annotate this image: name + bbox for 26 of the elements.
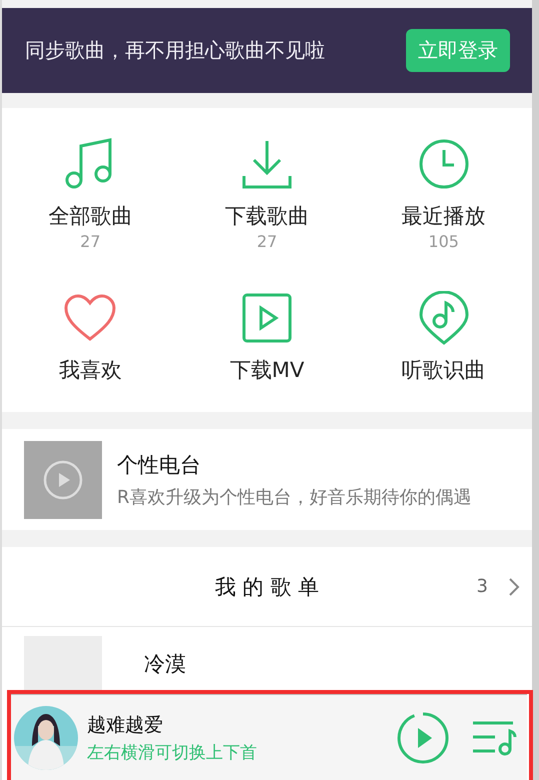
song-count: 27 — [80, 232, 100, 251]
shortcut-label[interactable]: 下载歌曲 — [224, 202, 309, 230]
playlist-count: 3 — [476, 576, 488, 597]
song-title: 越难越爱 — [87, 712, 164, 738]
download-icon — [240, 138, 293, 190]
banner-message: 同步歌曲，再不用担心歌曲不见啦 — [25, 37, 325, 64]
shortcut-label[interactable]: 下载MV — [230, 356, 304, 384]
section-title: 我 的 歌 单 — [214, 574, 320, 600]
radio-title[interactable]: 个性电台 — [117, 450, 472, 478]
heart-icon — [63, 293, 118, 343]
song-count: 105 — [428, 232, 459, 251]
music-pin-icon — [418, 291, 469, 345]
shortcut-label[interactable]: 全部歌曲 — [48, 202, 132, 230]
chevron-right-icon[interactable] — [508, 576, 520, 596]
video-icon — [242, 293, 292, 343]
swipe-hint: 左右横滑可切换上下首 — [87, 742, 258, 764]
shortcut-label[interactable]: 最近播放 — [402, 202, 486, 230]
radio-subtitle: R喜欢升级为个性电台，好音乐期待你的偶遇 — [117, 486, 472, 508]
song-count: 27 — [256, 232, 278, 251]
play-icon[interactable] — [43, 460, 83, 500]
playlist-icon[interactable] — [471, 720, 517, 756]
play-button[interactable] — [397, 712, 449, 764]
playlist-name[interactable]: 冷漠 — [144, 650, 186, 674]
shortcut-label[interactable]: 我喜欢 — [58, 356, 122, 384]
clock-icon — [418, 138, 470, 190]
shortcut-label[interactable]: 听歌识曲 — [402, 356, 486, 384]
